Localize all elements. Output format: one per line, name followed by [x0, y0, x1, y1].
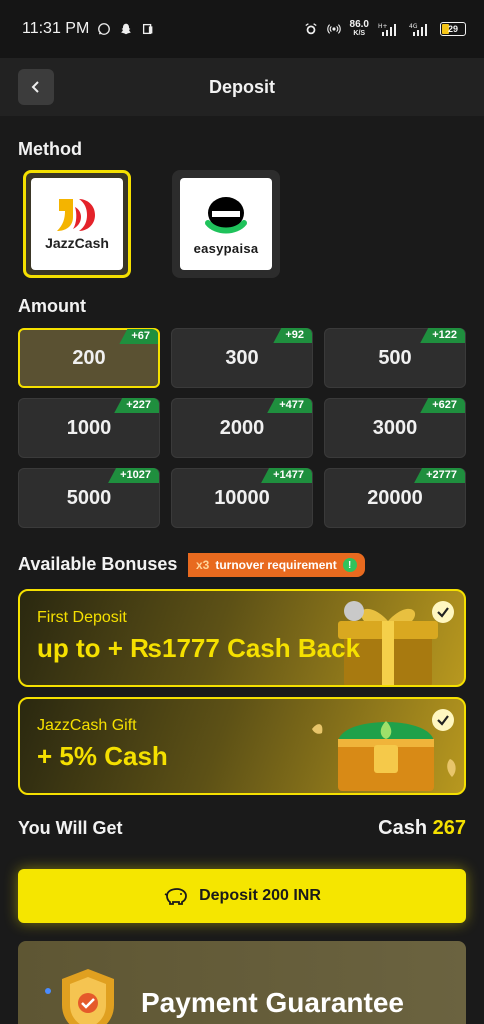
bonus-card-jazzcash-gift[interactable]: JazzCash Gift + 5% Cash	[18, 697, 466, 795]
amount-option[interactable]: +92 300	[171, 328, 313, 388]
bonus-tag: +67	[119, 329, 158, 344]
amount-option[interactable]: +2777 20000	[324, 468, 466, 528]
bonuses-label: Available Bonuses	[18, 554, 178, 574]
bonus-card-first-deposit[interactable]: First Deposit up to + ₨1777 Cash Back	[18, 589, 466, 687]
payment-guarantee-banner: Payment Guarantee	[18, 941, 466, 1024]
status-bar: 11:31 PM 86.0 K/S H+ 4G 29	[0, 0, 484, 58]
easypaisa-logo: easypaisa	[180, 178, 272, 270]
deposit-button-label: Deposit 200 INR	[199, 887, 321, 904]
app-notification-icon	[143, 23, 153, 35]
hotspot-icon	[326, 24, 341, 34]
amount-label: Amount	[18, 296, 86, 316]
check-icon	[432, 601, 454, 623]
alarm-icon	[304, 23, 317, 35]
piggy-bank-icon	[164, 888, 187, 905]
method-jazzcash[interactable]: JazzCash	[23, 170, 131, 278]
bonus-tag: +627	[420, 398, 465, 413]
method-label: Method	[18, 139, 82, 159]
amount-option[interactable]: +1477 10000	[171, 468, 313, 528]
amount-value: 10000	[214, 486, 270, 509]
deposit-button[interactable]: Deposit 200 INR	[18, 869, 466, 923]
easypaisa-icon	[205, 196, 247, 233]
check-icon	[432, 709, 454, 731]
amount-option[interactable]: +627 3000	[324, 398, 466, 458]
jazzcash-logo: JazzCash	[31, 178, 123, 270]
amount-value: 3000	[372, 416, 418, 439]
battery-icon: 29	[440, 22, 466, 36]
amount-value: 2000	[219, 416, 265, 439]
amount-value: 500	[378, 346, 412, 369]
amount-option[interactable]: +122 500	[324, 328, 466, 388]
bonus-headline: + 5% Cash	[37, 741, 168, 771]
amount-value: 20000	[367, 486, 423, 509]
bonus-tag: +122	[420, 328, 465, 343]
signal-icon: H+	[378, 23, 396, 36]
turnover-badge[interactable]: x3 turnover requirement !	[188, 553, 365, 577]
page-title: Deposit	[208, 76, 275, 97]
whatsapp-icon	[98, 23, 111, 35]
easypaisa-label: easypaisa	[193, 240, 259, 256]
jazzcash-icon	[57, 199, 95, 231]
amount-option[interactable]: +67 200	[18, 328, 160, 388]
cash-label: Cash	[378, 817, 428, 839]
amount-option[interactable]: +477 2000	[171, 398, 313, 458]
method-easypaisa[interactable]: easypaisa	[172, 170, 280, 278]
amount-option[interactable]: +227 1000	[18, 398, 160, 458]
bonus-headline: up to + ₨1777 Cash Back	[37, 633, 361, 663]
turnover-text: turnover requirement	[215, 558, 337, 572]
bonus-tag: +1027	[108, 468, 159, 483]
amount-value: 200	[72, 346, 106, 369]
amount-value: 300	[225, 346, 259, 369]
turnover-multiplier: x3	[196, 558, 210, 572]
top-bar: Deposit	[0, 58, 484, 116]
amount-value: 5000	[66, 486, 112, 509]
info-icon: !	[342, 558, 357, 572]
bonus-tag: +1477	[261, 468, 312, 483]
svg-text:4G: 4G	[409, 23, 418, 30]
bonus-title: JazzCash Gift	[37, 717, 137, 734]
bonus-title: First Deposit	[37, 609, 127, 626]
svg-text:H+: H+	[378, 23, 388, 30]
network-speed: 86.0 K/S	[349, 19, 369, 38]
bonus-tag: +92	[273, 328, 312, 343]
bonus-tag: +2777	[414, 468, 465, 483]
jazzcash-label: JazzCash	[45, 235, 109, 251]
you-will-get-label: You Will Get	[18, 818, 123, 838]
signal-4g-icon: 4G	[409, 23, 427, 36]
bonus-tag: +227	[114, 398, 159, 413]
snapchat-icon	[121, 23, 132, 35]
bonus-tag: +477	[267, 398, 312, 413]
cash-amount: 267	[432, 817, 466, 839]
shield-icon	[45, 969, 114, 1024]
amount-option[interactable]: +1027 5000	[18, 468, 160, 528]
guarantee-title: Payment Guarantee	[141, 987, 404, 1018]
clock: 11:31 PM	[22, 20, 90, 37]
amount-value: 1000	[66, 416, 112, 439]
cash-total: Cash 267	[378, 817, 466, 840]
chevron-left-icon	[31, 81, 39, 93]
back-button[interactable]	[18, 69, 54, 105]
